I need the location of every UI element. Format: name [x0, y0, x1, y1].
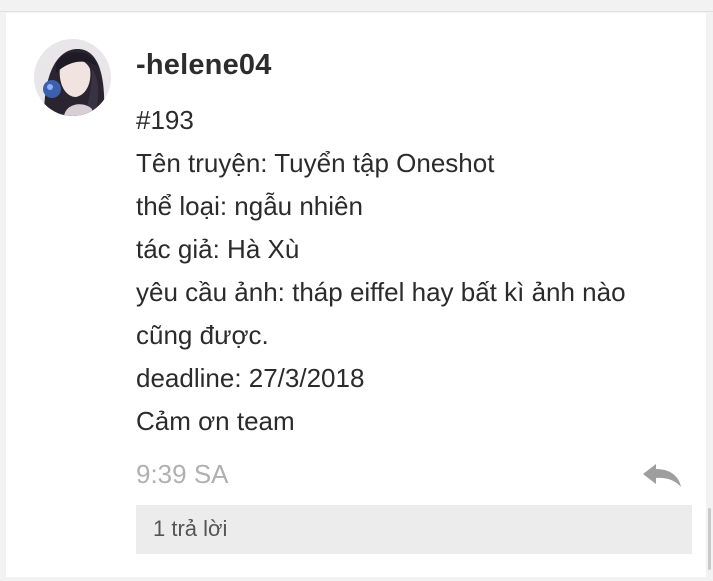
reply-arrow-icon[interactable] — [640, 461, 684, 489]
comment-line: yêu cầu ảnh: tháp eiffel hay bất kì ảnh … — [136, 277, 626, 307]
comment-line: tác giả: Hà Xù — [136, 234, 300, 264]
comment-line: #193 — [136, 105, 194, 135]
comment-body: #193 Tên truyện: Tuyển tập Oneshot thể l… — [136, 99, 696, 443]
replies-label: 1 trả lời — [153, 516, 228, 541]
comment-line: Cảm ơn team — [136, 406, 295, 436]
replies-button[interactable]: 1 trả lời — [136, 505, 692, 554]
scrollbar[interactable] — [708, 508, 711, 570]
avatar-image — [34, 39, 111, 116]
top-divider — [0, 0, 713, 12]
comment-line: Tên truyện: Tuyển tập Oneshot — [136, 148, 495, 178]
comment-card: -helene04 #193 Tên truyện: Tuyển tập One… — [6, 13, 706, 577]
username[interactable]: -helene04 — [136, 49, 272, 82]
comment-timestamp: 9:39 SA — [136, 459, 229, 489]
avatar[interactable] — [34, 39, 111, 116]
comment-line: thể loại: ngẫu nhiên — [136, 191, 363, 221]
comment-line: deadline: 27/3/2018 — [136, 363, 365, 393]
comment-line: cũng được. — [136, 320, 269, 350]
